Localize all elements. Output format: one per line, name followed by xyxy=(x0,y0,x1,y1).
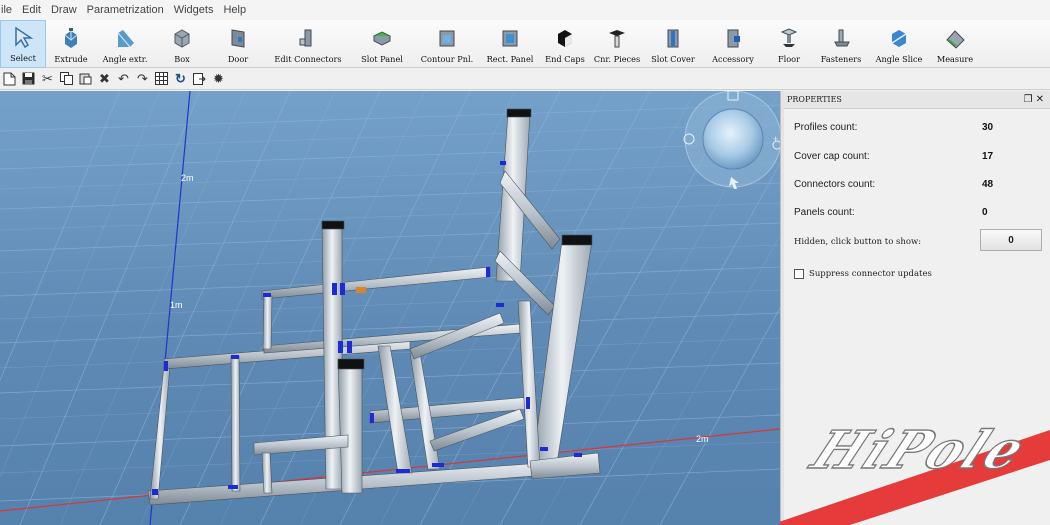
suppress-checkbox[interactable] xyxy=(794,269,804,279)
close-icon[interactable]: ✕ xyxy=(1036,94,1047,105)
angle-slice-button[interactable]: Angle Slice xyxy=(868,20,930,68)
menu-file[interactable]: ile xyxy=(0,4,17,16)
suppress-row: Suppress connector updates xyxy=(784,264,1050,284)
menu-help[interactable]: Help xyxy=(218,4,251,16)
accessory-icon xyxy=(722,27,744,49)
rect-panel-icon xyxy=(499,27,521,49)
paste-icon[interactable] xyxy=(78,71,93,86)
door-icon xyxy=(227,27,249,49)
profiles-count-row: Profiles count: 30 xyxy=(794,121,994,133)
angle-slice-icon xyxy=(888,27,910,49)
menu-widgets[interactable]: Widgets xyxy=(169,4,219,16)
accessory-button[interactable]: Accessory xyxy=(702,20,764,68)
floor-button[interactable]: Floor xyxy=(764,20,814,68)
connectors-count-row: Connectors count: 48 xyxy=(794,178,994,190)
slot-panel-button[interactable]: Slot Panel xyxy=(350,20,414,68)
corner-pieces-button[interactable]: Cnr. Pieces xyxy=(590,20,644,68)
contour-panel-icon xyxy=(436,27,458,49)
axis-label-right: 2m xyxy=(696,434,709,444)
axis-label-top: 2m xyxy=(181,173,194,183)
menu-parametrization[interactable]: Parametrization xyxy=(82,4,169,16)
redo-icon[interactable]: ↷ xyxy=(135,71,150,86)
properties-header: PROPERTIES ❐✕ xyxy=(784,91,1050,109)
slot-panel-icon xyxy=(371,27,393,49)
axis-label-left: 1m xyxy=(170,300,183,310)
door-button[interactable]: Door xyxy=(210,20,266,68)
show-hidden-button[interactable]: 0 xyxy=(980,229,1042,251)
angle-extrude-icon xyxy=(114,27,136,49)
slot-cover-button[interactable]: Slot Cover xyxy=(644,20,702,68)
refresh-icon[interactable]: ↻ xyxy=(173,71,188,86)
fasteners-button[interactable]: Fasteners xyxy=(814,20,868,68)
restore-icon[interactable]: ❐ xyxy=(1024,94,1036,105)
save-icon[interactable] xyxy=(21,71,36,86)
undo-icon[interactable]: ↶ xyxy=(116,71,131,86)
hidden-label: Hidden, click button to show: xyxy=(794,237,922,247)
scene-canvas[interactable]: + xyxy=(0,91,780,525)
select-button[interactable]: Select xyxy=(0,20,46,68)
menu-edit[interactable]: Edit xyxy=(17,4,46,16)
edit-connectors-icon xyxy=(297,27,319,49)
hidden-row: Hidden, click button to show: 0 xyxy=(784,229,1050,252)
box-icon xyxy=(171,27,193,49)
grid-icon[interactable] xyxy=(154,71,169,86)
new-file-icon[interactable] xyxy=(2,71,17,86)
cover-cap-count-row: Cover cap count: 17 xyxy=(794,150,994,162)
measure-button[interactable]: Measure xyxy=(930,20,980,68)
properties-panel: PROPERTIES ❐✕ Profiles count: 30 Cover c… xyxy=(784,91,1050,525)
bug-icon[interactable]: ✹ xyxy=(211,71,226,86)
edit-connectors-button[interactable]: Edit Connectors xyxy=(266,20,350,68)
quick-toolbar: ✂ ✖ ↶ ↷ ↻ ✹ xyxy=(0,68,1050,90)
menu-draw[interactable]: Draw xyxy=(46,4,82,16)
cut-icon[interactable]: ✂ xyxy=(40,71,55,86)
ground-grid xyxy=(0,91,780,525)
contour-panel-button[interactable]: Contour Pnl. xyxy=(414,20,480,68)
end-caps-icon xyxy=(554,27,576,49)
measure-icon xyxy=(944,27,966,49)
rect-panel-button[interactable]: Rect. Panel xyxy=(480,20,540,68)
slot-cover-icon xyxy=(662,27,684,49)
select-arrow-icon xyxy=(12,26,34,48)
navigation-gizmo: + xyxy=(683,91,780,189)
corner-pieces-icon xyxy=(606,27,628,49)
export-icon[interactable] xyxy=(192,71,207,86)
menu-bar: ile Edit Draw Parametrization Widgets He… xyxy=(0,0,1050,20)
box-button[interactable]: Box xyxy=(154,20,210,68)
floor-icon xyxy=(778,27,800,49)
3d-viewport[interactable]: + 2m 1m 2m xyxy=(0,91,780,525)
frame-model xyxy=(147,108,601,506)
extrude-icon xyxy=(60,27,82,49)
angle-extrude-button[interactable]: Angle extr. xyxy=(96,20,154,68)
extrude-button[interactable]: Extrude xyxy=(46,20,96,68)
fasteners-icon xyxy=(830,27,852,49)
ribbon-toolbar: Select Extrude Angle extr. Box Door Edit… xyxy=(0,20,1050,68)
suppress-label: Suppress connector updates xyxy=(809,269,932,279)
end-caps-button[interactable]: End Caps xyxy=(540,20,590,68)
panels-count-row: Panels count: 0 xyxy=(794,206,988,218)
copy-icon[interactable] xyxy=(59,71,74,86)
delete-icon[interactable]: ✖ xyxy=(97,71,112,86)
properties-title: PROPERTIES xyxy=(787,95,842,104)
